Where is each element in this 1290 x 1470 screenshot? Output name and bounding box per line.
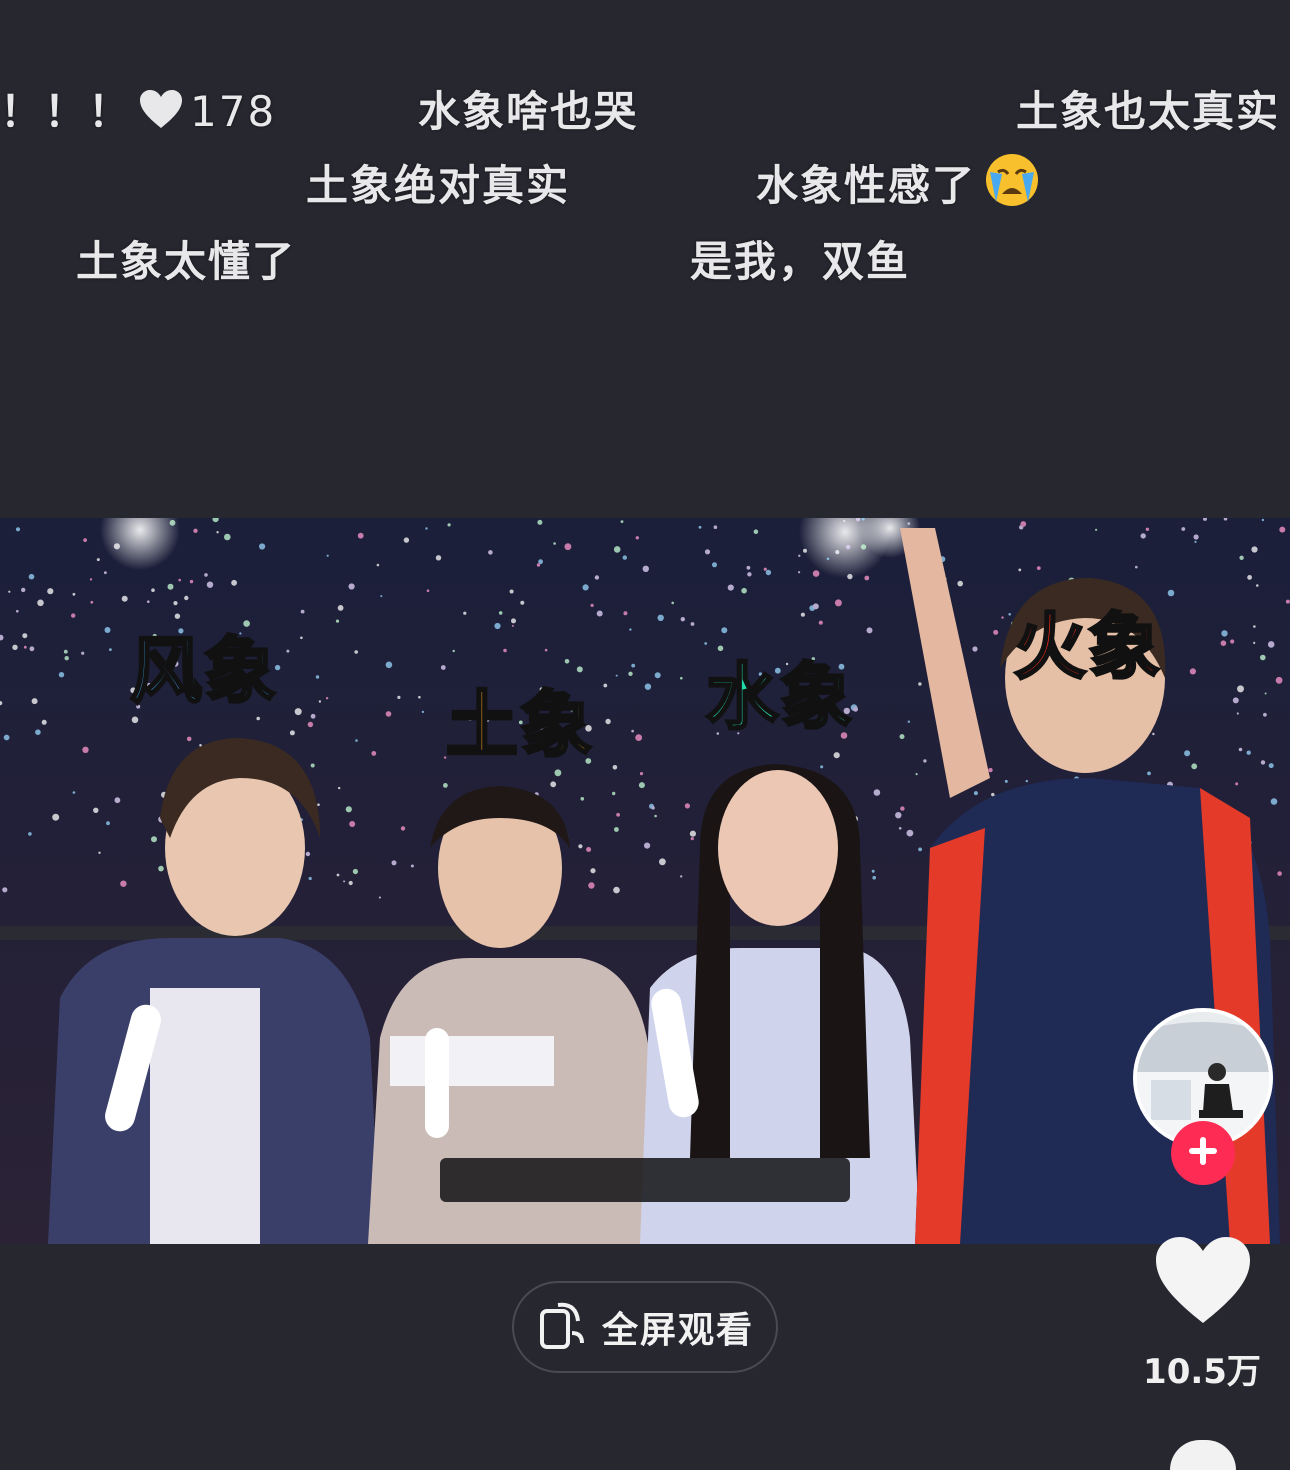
fullscreen-label: 全屏观看 — [601, 1310, 754, 1351]
danmaku-comment: 水象啥也哭 — [418, 87, 639, 136]
like-button[interactable] — [1152, 1233, 1254, 1331]
plus-icon — [1186, 1134, 1220, 1172]
danmaku-text: 水象性感了 — [756, 161, 977, 210]
video-player[interactable]: 风象 土象 水象 火象 — [0, 518, 1290, 1244]
like-count: 10.5万 — [1143, 1352, 1261, 1392]
like-heart-icon — [1156, 1237, 1250, 1323]
danmaku-comment: 是我，双鱼 — [690, 237, 911, 286]
danmaku-comment: 水象性感了 — [756, 152, 1042, 218]
label-fire-sign: 火象 — [1012, 604, 1163, 691]
danmaku-comment: 土象也太真实 — [1016, 87, 1281, 136]
danmaku-comment: 哭！！！178 — [0, 78, 276, 140]
danmaku-like-count: 178 — [190, 87, 277, 136]
rotate-screen-icon — [536, 1299, 588, 1355]
label-earth-sign: 土象 — [444, 682, 595, 769]
danmaku-comment: 土象绝对真实 — [306, 161, 571, 210]
danmaku-comment: 土象太懂了 — [76, 237, 297, 286]
crying-face-icon — [982, 152, 1042, 218]
label-water-sign: 水象 — [704, 654, 855, 741]
next-action-button[interactable] — [1170, 1440, 1236, 1470]
danmaku-text: ！！！ — [0, 87, 133, 136]
follow-button[interactable] — [1171, 1121, 1235, 1185]
label-air-sign: 风象 — [128, 628, 279, 715]
heart-icon — [138, 88, 184, 140]
fullscreen-button[interactable]: 全屏观看 — [512, 1281, 778, 1373]
